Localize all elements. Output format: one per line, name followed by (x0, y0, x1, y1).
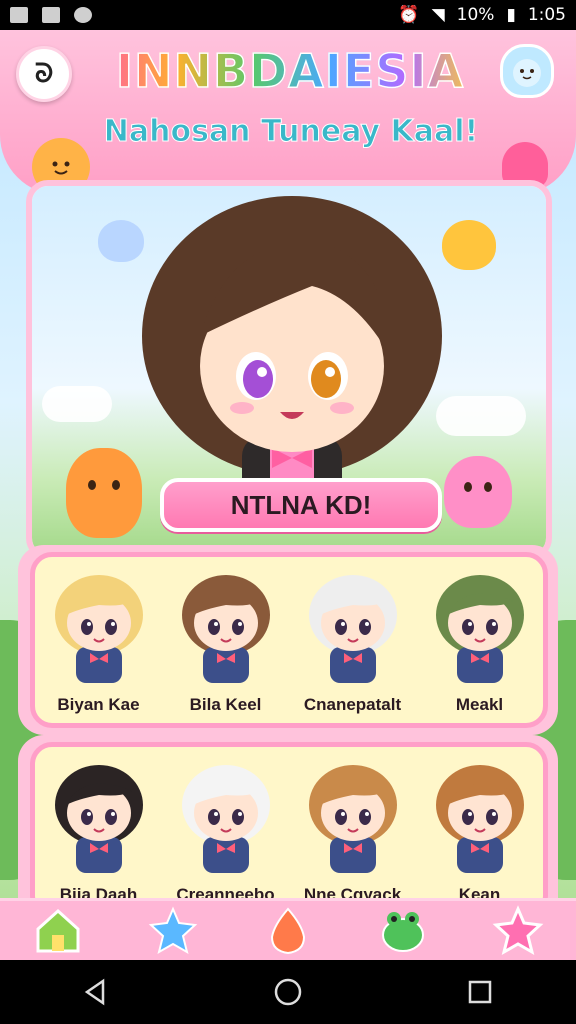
character-avatar (298, 567, 408, 691)
mascot-eye (484, 482, 492, 492)
app-screen: ᘐ INNBDAIESIA Nahosan Tuneay Kaal! NTLNA… (0, 30, 576, 960)
wifi-icon: ◥ (431, 5, 445, 25)
bottom-nav (0, 898, 576, 960)
cat-mascot-icon[interactable] (500, 44, 554, 98)
notification-icons (10, 7, 92, 23)
character-panel-two: Bija Daah Creanneebo Nne Cgyack Kean (30, 742, 548, 918)
home-circle-icon[interactable] (273, 977, 303, 1007)
character-card[interactable]: Biyan Kae (40, 567, 158, 715)
system-indicators: ⏰ ◥ 10% ▮ 1:05 (398, 5, 566, 25)
settings-notification-icon (74, 7, 92, 23)
character-card[interactable]: Bija Daah (40, 757, 158, 905)
character-card[interactable]: Cnanepatalt (294, 567, 412, 715)
app-title: INNBDAIESIA (100, 43, 480, 99)
character-avatar (44, 567, 154, 691)
character-avatar (171, 567, 281, 691)
clock: 1:05 (527, 5, 566, 25)
app-notification-icon (42, 7, 60, 23)
mascot-eye (464, 482, 472, 492)
start-button[interactable]: NTLNA KD! (160, 478, 442, 532)
character-card[interactable]: Nne Cgyack (294, 757, 412, 905)
character-avatar (425, 567, 535, 691)
character-card[interactable]: Creanneebo (167, 757, 285, 905)
system-navigation-bar (0, 960, 576, 1024)
orange-bear-mascot-icon (66, 448, 142, 538)
character-name: Meakl (455, 695, 504, 714)
mascot-eye (112, 480, 120, 490)
character-name: Bila Keel (189, 695, 262, 714)
character-card[interactable]: Meakl (421, 567, 539, 715)
app-subtitle: Nahosan Tuneay Kaal! (103, 114, 479, 150)
character-avatar (425, 757, 535, 881)
fire-mascot-icon[interactable] (262, 905, 314, 957)
character-card[interactable]: Kean (421, 757, 539, 905)
gallery-icon (10, 7, 28, 23)
hero-card: NTLNA KD! (26, 180, 552, 560)
character-avatar (44, 757, 154, 881)
recents-square-icon[interactable] (465, 977, 495, 1007)
house-icon[interactable] (32, 905, 84, 957)
back-button[interactable]: ᘐ (16, 46, 72, 102)
chibi-girl-portrait (142, 196, 442, 516)
star-icon[interactable] (492, 904, 544, 957)
battery-level: 10% (456, 5, 495, 25)
back-triangle-icon[interactable] (81, 977, 111, 1007)
character-avatar (298, 757, 408, 881)
battery-icon: ▮ (506, 5, 516, 25)
cloud (42, 386, 112, 422)
frog-mascot-icon[interactable] (377, 905, 429, 957)
character-name: Cnanepatalt (303, 695, 402, 714)
character-panel-one: Biyan Kae Bila Keel Cnanepatalt Meakl (30, 552, 548, 728)
star-mascot-icon[interactable] (147, 905, 199, 957)
character-name: Biyan Kae (57, 695, 140, 714)
mascot-eye (88, 480, 96, 490)
alarm-icon: ⏰ (398, 5, 420, 25)
status-bar: ⏰ ◥ 10% ▮ 1:05 (0, 0, 576, 30)
character-card[interactable]: Bila Keel (167, 567, 285, 715)
pink-blob-mascot-icon (444, 456, 512, 528)
character-avatar (171, 757, 281, 881)
